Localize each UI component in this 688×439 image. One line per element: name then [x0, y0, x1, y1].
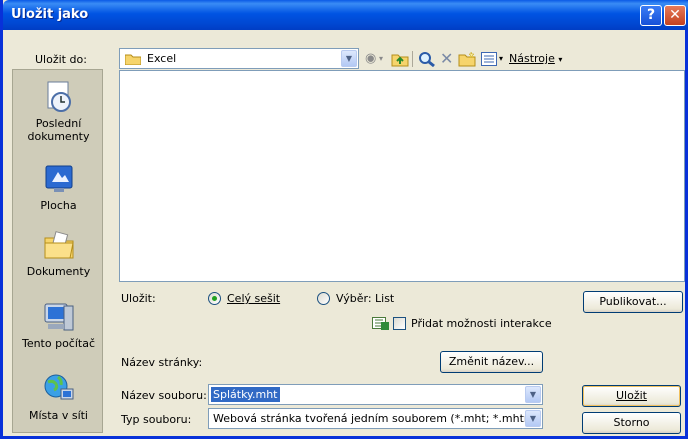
place-documents-label: Dokumenty [26, 265, 91, 278]
save-in-label-text: Uložit do: [35, 53, 87, 66]
selection-radio[interactable] [317, 292, 330, 305]
save-in-label: Uložit do: [35, 53, 87, 66]
views-icon[interactable] [481, 50, 497, 68]
whole-workbook-radio[interactable] [208, 292, 221, 305]
publish-button-label: Publikovat... [599, 295, 667, 308]
desktop-icon [42, 162, 76, 196]
place-my-computer[interactable]: Tento počítač [13, 300, 104, 350]
place-desktop[interactable]: Plocha [13, 162, 104, 212]
tools-menu[interactable]: Nástroje ▾ [509, 50, 562, 68]
cancel-button[interactable]: Storno [582, 412, 681, 434]
help-button[interactable]: ? [640, 5, 662, 26]
place-documents[interactable]: Dokumenty [13, 228, 104, 278]
chevron-down-icon[interactable]: ▼ [525, 410, 541, 427]
filename-combo[interactable]: Splátky.mht ▼ [208, 384, 543, 405]
close-icon: ✕ [669, 7, 681, 23]
page-title-label: Název stránky: [121, 356, 203, 369]
change-title-button-label: Změnit název... [448, 355, 535, 368]
place-recent-documents[interactable]: Poslední dokumenty [13, 80, 104, 143]
selection-label[interactable]: Výběr: List [336, 292, 394, 305]
whole-workbook-label[interactable]: Celý sešit [227, 292, 280, 305]
delete-icon[interactable]: ✕ [440, 50, 453, 68]
back-dropdown-icon[interactable]: ▾ [379, 50, 383, 68]
save-button-label: Uložit [616, 389, 647, 402]
save-button[interactable]: Uložit [582, 385, 681, 407]
network-places-icon [42, 372, 76, 406]
tools-dropdown-icon: ▾ [558, 55, 563, 64]
title-bar[interactable]: Uložit jako ? ✕ [3, 0, 688, 30]
search-web-icon[interactable] [418, 50, 436, 68]
place-network[interactable]: Místa v síti [13, 372, 104, 422]
back-icon[interactable]: ◉ [365, 50, 376, 68]
places-bar: Poslední dokumenty Plocha Dokumenty Tent… [12, 69, 103, 433]
folder-icon [124, 53, 142, 66]
recent-documents-icon [42, 80, 76, 114]
chevron-down-icon[interactable]: ▼ [525, 386, 541, 403]
place-recent-label: Poslední dokumenty [27, 117, 90, 143]
interactivity-icon [372, 315, 390, 334]
filename-input[interactable]: Splátky.mht [211, 387, 280, 402]
help-icon: ? [646, 7, 656, 23]
toolbar-separator [412, 51, 413, 67]
place-my-computer-label: Tento počítač [21, 337, 96, 350]
publish-button[interactable]: Publikovat... [583, 291, 683, 313]
my-computer-icon [42, 300, 76, 334]
up-folder-icon[interactable] [391, 50, 409, 68]
cancel-button-label: Storno [613, 416, 650, 429]
documents-folder-icon [42, 228, 76, 262]
filename-label: Název souboru: [121, 389, 207, 402]
filetype-combo[interactable]: Webová stránka tvořená jedním souborem (… [208, 408, 543, 429]
file-list[interactable] [119, 70, 685, 282]
save-in-combo[interactable]: Excel ▼ [119, 48, 359, 69]
add-interactivity-checkbox[interactable] [393, 317, 406, 330]
views-dropdown-icon[interactable]: ▾ [499, 50, 503, 68]
filetype-label: Typ souboru: [121, 413, 192, 426]
new-folder-icon[interactable] [458, 50, 476, 68]
save-options-label: Uložit: [121, 292, 156, 305]
save-as-dialog: Uložit jako ? ✕ Uložit do: Excel ▼ ◉ ▾ ✕… [0, 0, 688, 439]
tools-menu-label: Nástroje [509, 52, 555, 65]
filetype-value: Webová stránka tvořená jedním souborem (… [213, 412, 525, 425]
place-desktop-label: Plocha [40, 199, 77, 212]
chevron-down-icon[interactable]: ▼ [341, 50, 357, 67]
place-network-label: Místa v síti [29, 409, 88, 422]
add-interactivity-label[interactable]: Přidat možnosti interakce [411, 317, 552, 330]
dialog-title: Uložit jako [11, 7, 89, 22]
save-in-value: Excel [147, 52, 177, 65]
close-button[interactable]: ✕ [664, 5, 686, 26]
change-title-button[interactable]: Změnit název... [440, 351, 543, 373]
